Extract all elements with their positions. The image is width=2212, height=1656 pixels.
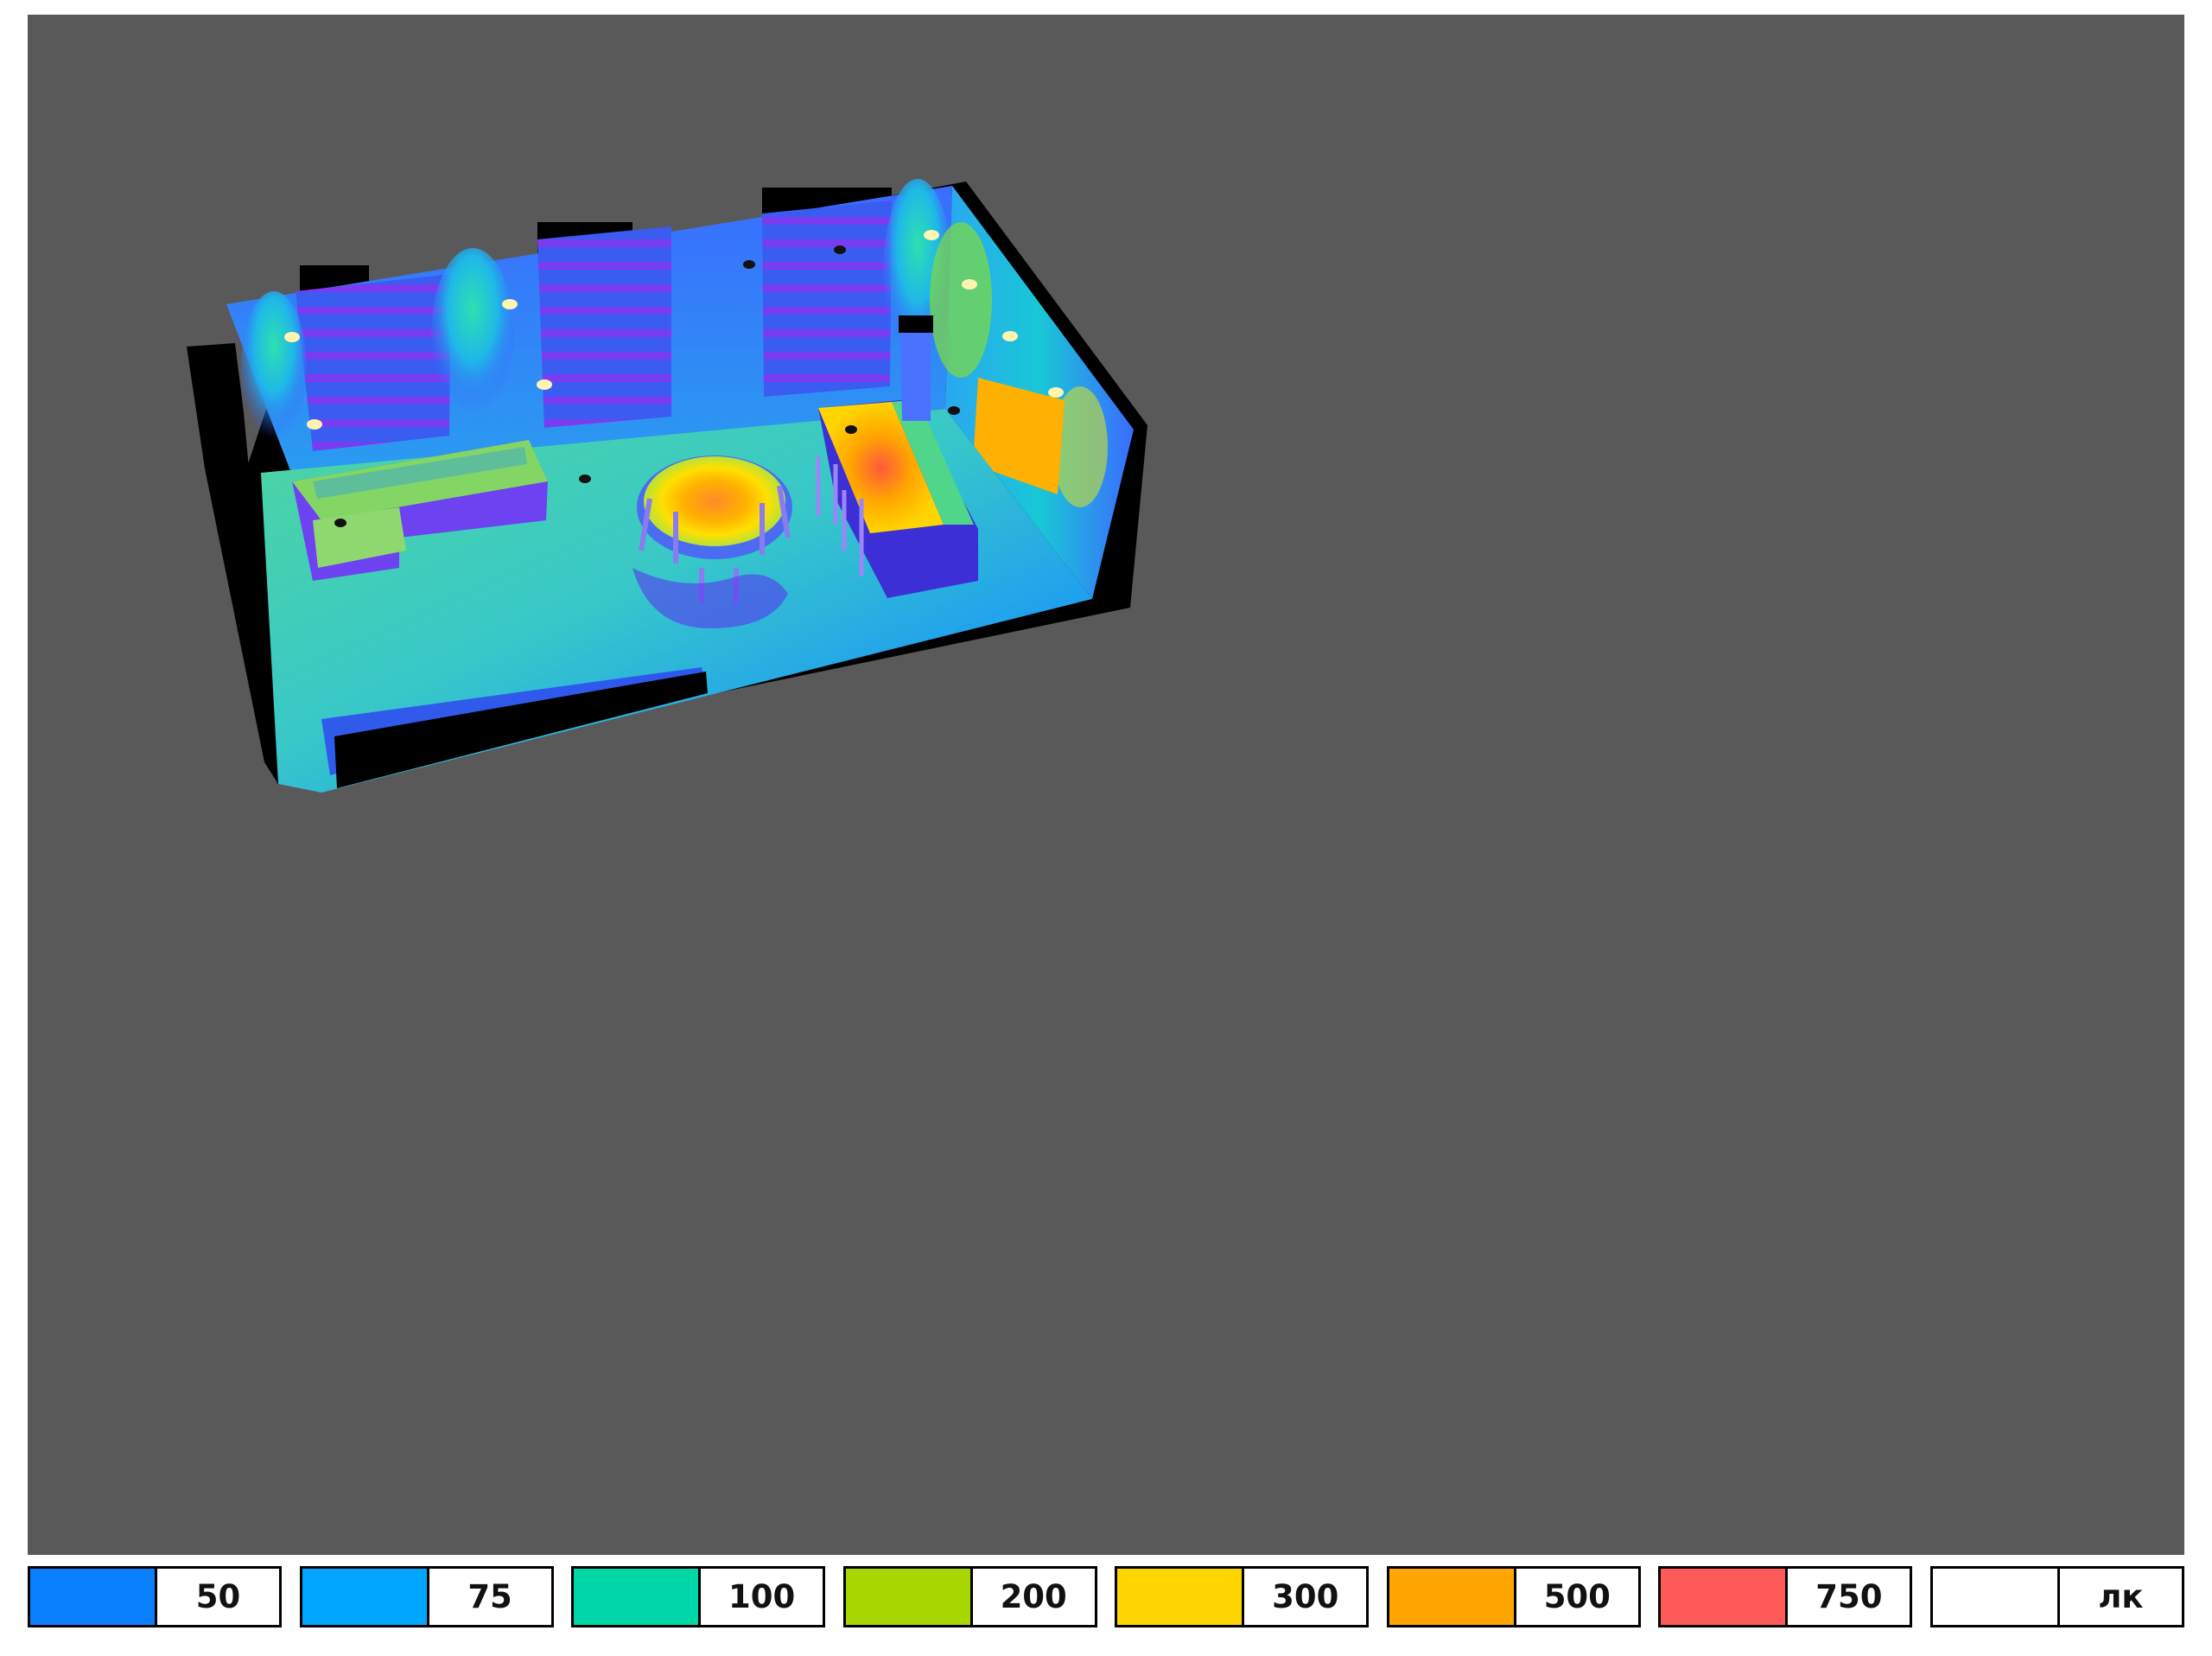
wall-glow-1 — [241, 291, 307, 447]
legend-swatch — [1661, 1569, 1789, 1625]
right-wall-glow — [930, 222, 992, 378]
wall-glow-2 — [431, 248, 514, 421]
legend-item-100: 100 — [571, 1566, 826, 1627]
legend-swatch — [302, 1569, 429, 1625]
illuminance-legend: 50 75 100 200 300 500 750 лк — [28, 1566, 2184, 1631]
legend-item-75: 75 — [299, 1566, 554, 1627]
window-blinds-right — [762, 201, 892, 397]
legend-label: 75 — [467, 1578, 512, 1615]
room-illuminance-render — [187, 179, 1147, 793]
lighting-render-viewport[interactable] — [28, 15, 2184, 1555]
legend-label: 100 — [728, 1578, 796, 1615]
kitchen-column-top — [899, 315, 933, 333]
legend-label: 200 — [1000, 1578, 1067, 1615]
kitchen-column — [900, 330, 931, 421]
legend-swatch — [574, 1569, 702, 1625]
legend-item-200: 200 — [842, 1566, 1097, 1627]
legend-item-50: 50 — [28, 1566, 282, 1627]
legend-swatch — [30, 1569, 157, 1625]
legend-swatch — [1932, 1569, 2060, 1625]
legend-label: 50 — [195, 1578, 241, 1615]
legend-item-300: 300 — [1115, 1566, 1370, 1627]
legend-label: 750 — [1815, 1578, 1883, 1615]
legend-item-unit: лк — [1929, 1566, 2184, 1627]
legend-item-500: 500 — [1386, 1566, 1641, 1627]
legend-swatch — [1117, 1569, 1245, 1625]
window-blinds-center — [537, 226, 671, 428]
legend-unit-label: лк — [2098, 1578, 2144, 1615]
legend-label: 300 — [1272, 1578, 1339, 1615]
legend-item-750: 750 — [1658, 1566, 1913, 1627]
legend-swatch — [1389, 1569, 1516, 1625]
legend-label: 500 — [1543, 1578, 1611, 1615]
legend-swatch — [845, 1569, 973, 1625]
